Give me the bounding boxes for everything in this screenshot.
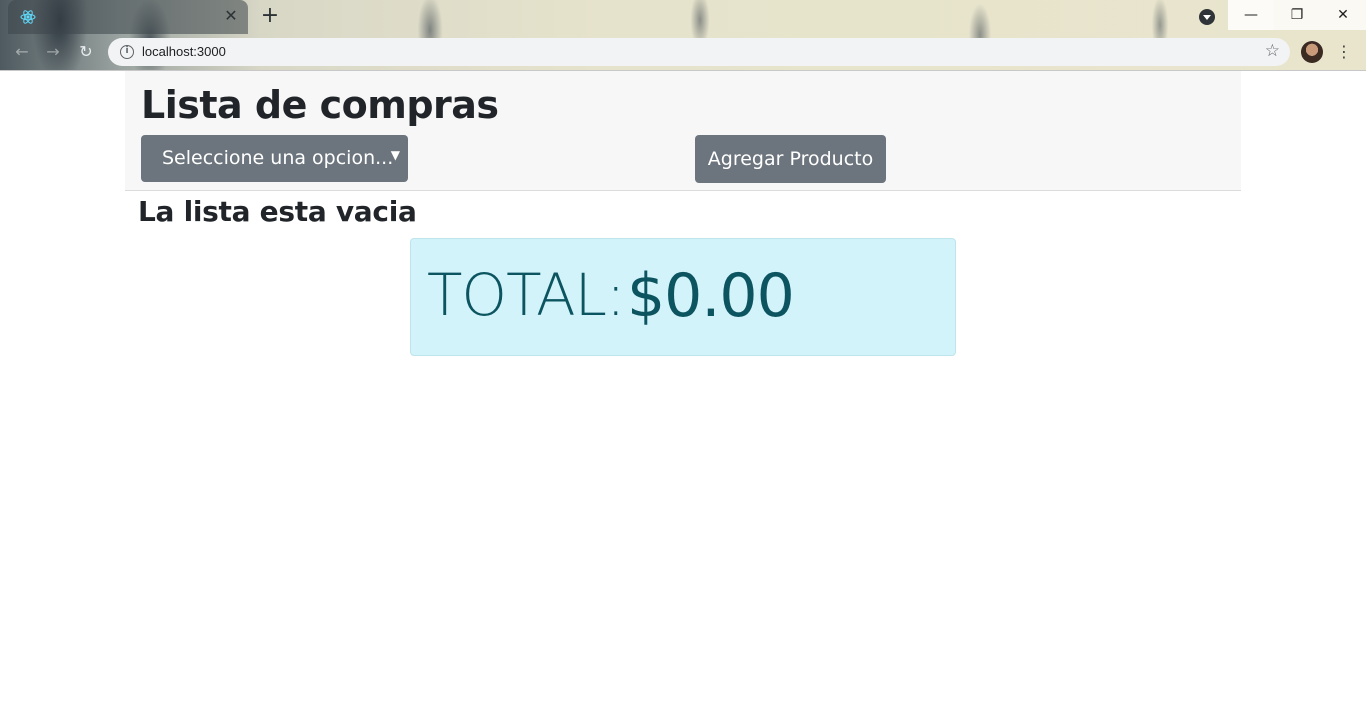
add-product-button[interactable]: Agregar Producto [695,135,886,183]
star-icon[interactable]: ☆ [1265,41,1280,61]
minimize-button[interactable]: — [1228,0,1274,30]
avatar[interactable] [1301,41,1323,63]
address-bar[interactable]: i localhost:3000 ☆ [108,38,1290,66]
info-icon[interactable]: i [120,45,134,59]
select-value: Seleccione una opcion... [162,147,394,169]
back-icon[interactable]: ← [12,42,32,62]
header-card: Lista de compras Seleccione una opcion..… [125,71,1241,191]
browser-chrome: ✕ + — ❐ ✕ ← → ↻ i localhost:3000 ☆ ⋮ [0,0,1366,71]
reload-icon[interactable]: ↻ [76,42,96,62]
restore-button[interactable]: ❐ [1274,0,1320,30]
total-box: TOTAL: $0.00 [410,238,956,356]
page-content: Lista de compras Seleccione una opcion..… [0,71,1366,720]
tab-search-icon[interactable] [1199,9,1215,25]
url-text[interactable]: localhost:3000 [142,44,226,59]
forward-icon[interactable]: → [43,42,63,62]
total-value: $0.00 [627,261,795,331]
react-favicon-icon [20,10,36,24]
product-select[interactable]: Seleccione una opcion... ▼ [141,135,408,182]
browser-tab[interactable]: ✕ [8,0,248,34]
new-tab-button[interactable]: + [258,5,282,29]
chevron-down-icon: ▼ [390,148,400,162]
tab-close-icon[interactable]: ✕ [222,7,240,25]
total-label: TOTAL: [427,261,626,329]
menu-icon[interactable]: ⋮ [1336,42,1352,62]
empty-list-message: La lista esta vacia [138,195,417,228]
page-title: Lista de compras [141,83,499,127]
close-window-button[interactable]: ✕ [1320,0,1366,30]
